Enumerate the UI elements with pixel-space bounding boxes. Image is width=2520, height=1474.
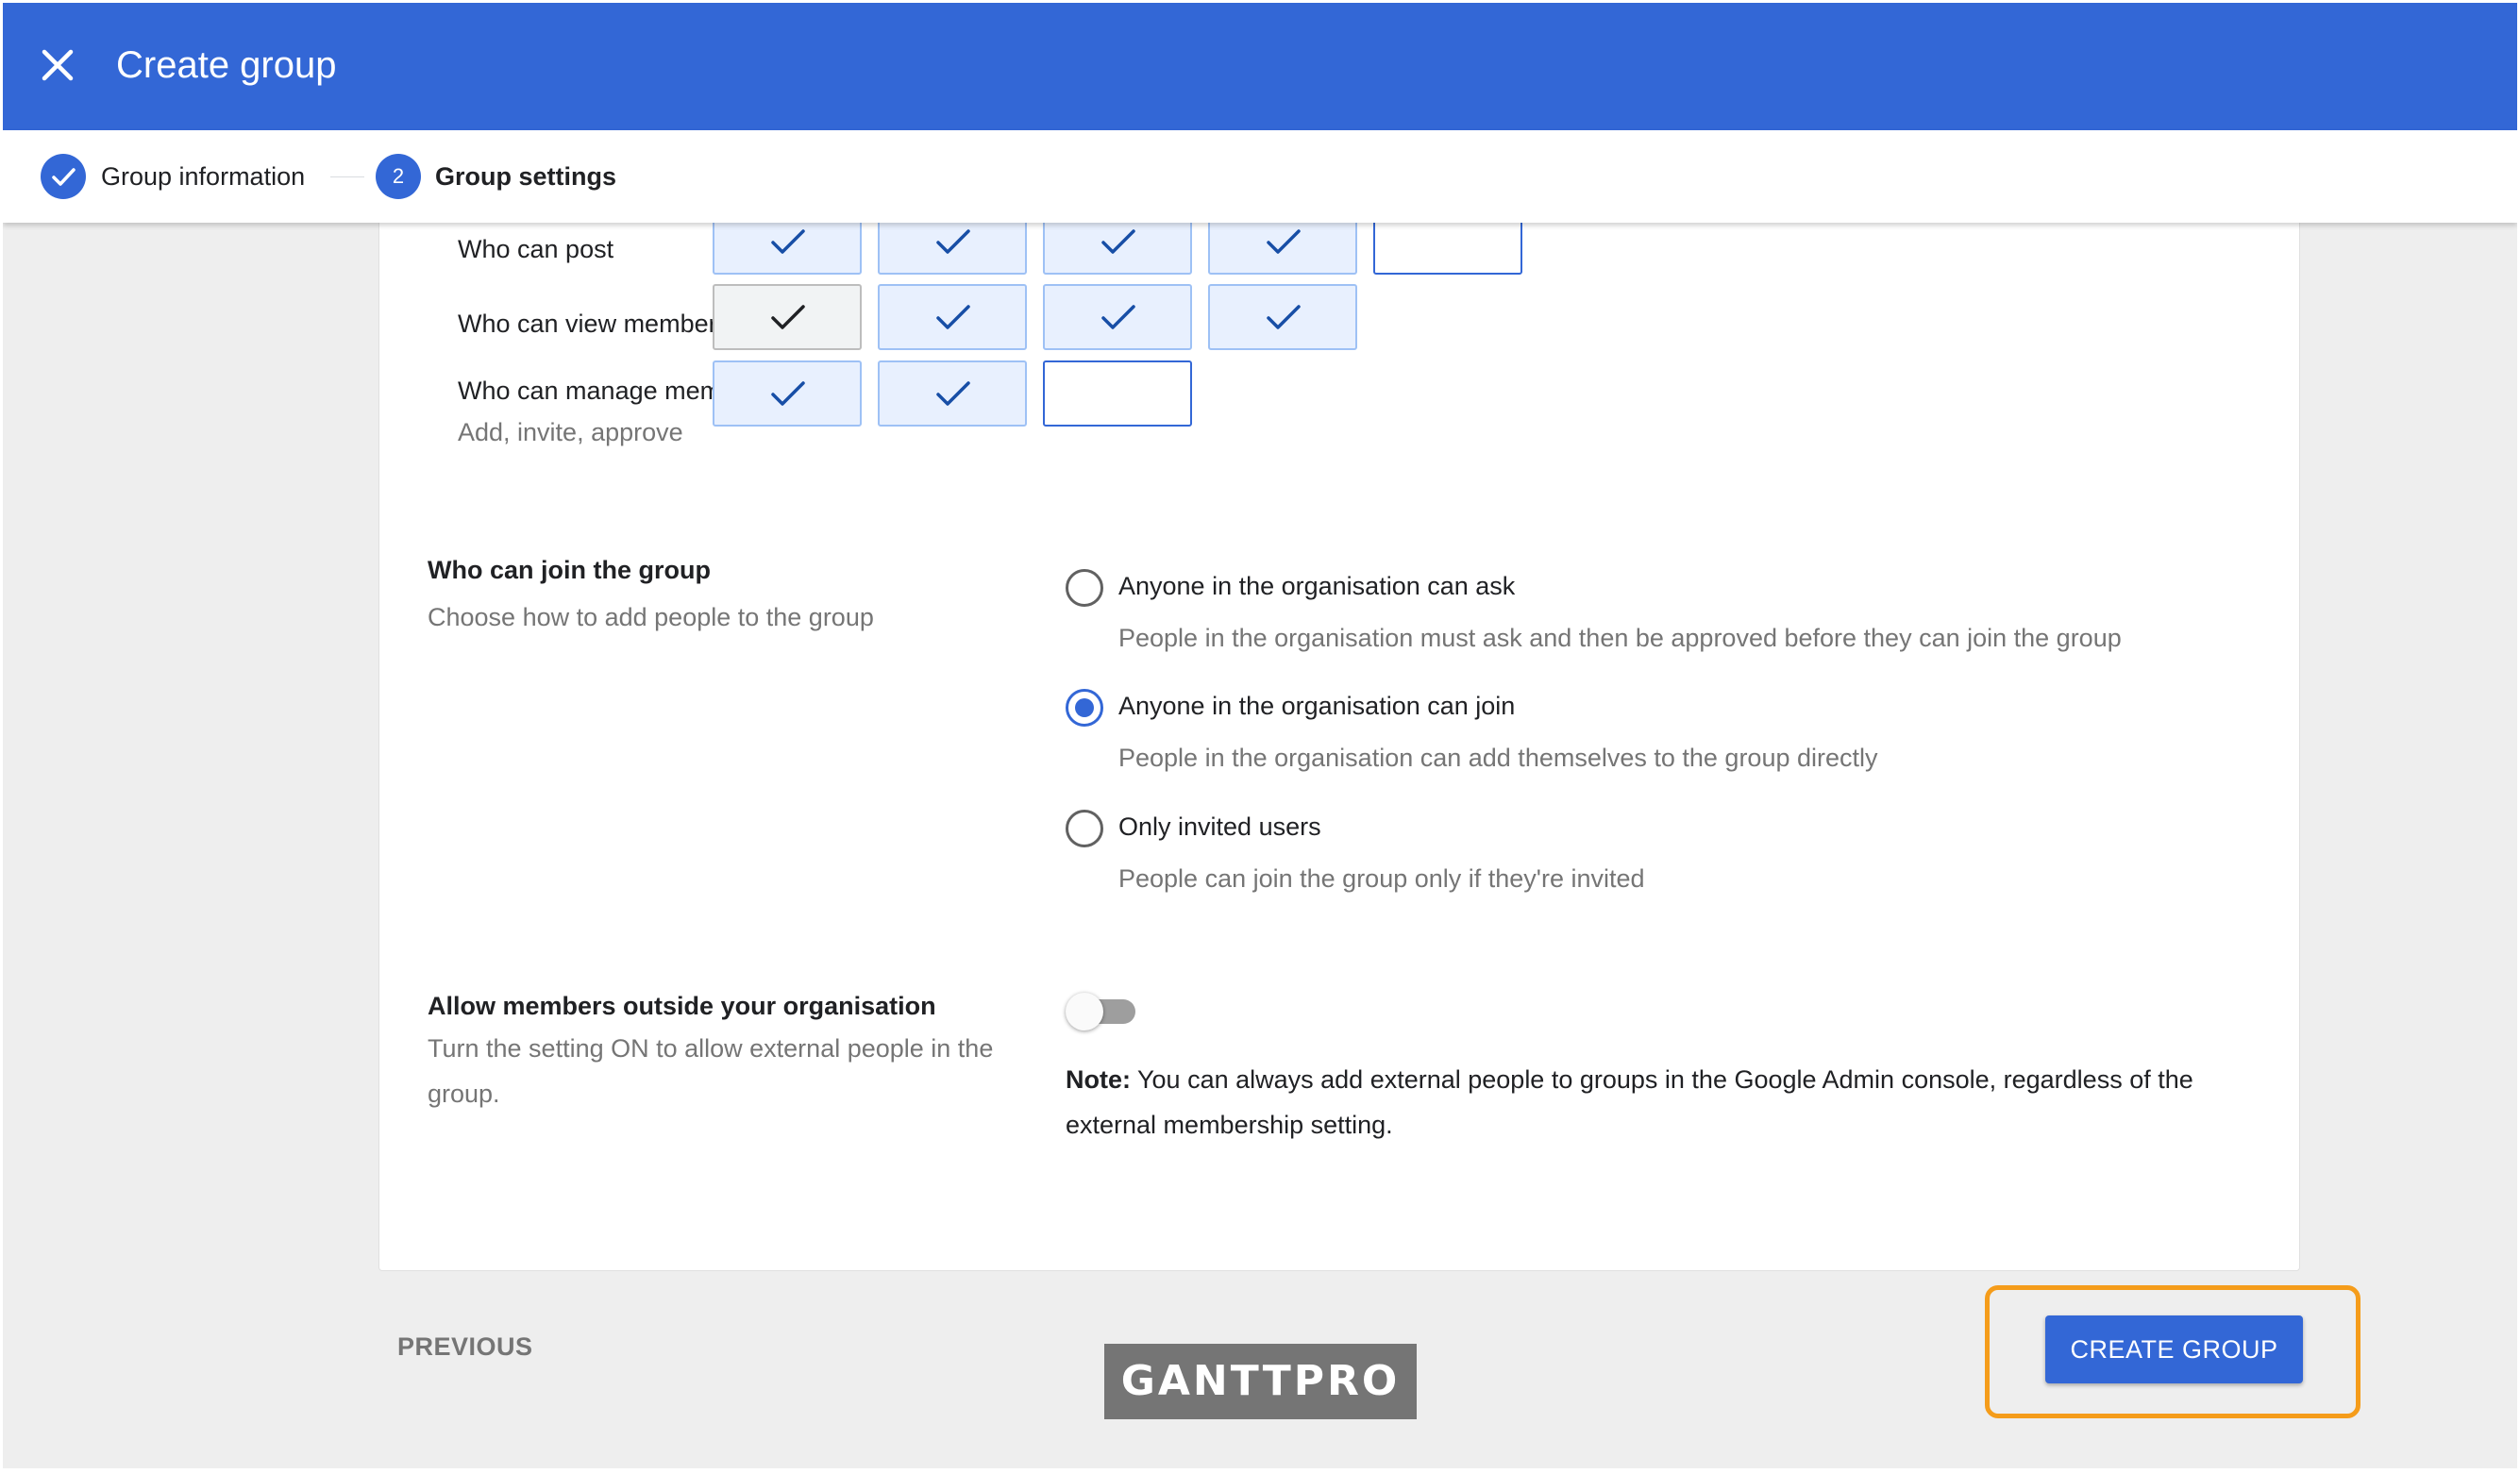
- option-label-invited-only[interactable]: Only invited users: [1118, 810, 1321, 844]
- create-group-button[interactable]: CREATE GROUP: [2045, 1315, 2303, 1383]
- step-number-badge: 2: [376, 154, 421, 199]
- permission-cell-manage-members-3[interactable]: [1043, 360, 1192, 427]
- option-label-can-ask[interactable]: Anyone in the organisation can ask: [1118, 569, 1515, 603]
- radio-can-join[interactable]: [1066, 689, 1103, 727]
- check-icon: [41, 154, 86, 199]
- external-members-toggle[interactable]: [1066, 989, 1137, 1034]
- check-icon: [1267, 305, 1301, 329]
- permission-cell-view-members-3[interactable]: [1043, 284, 1192, 350]
- check-icon: [1101, 305, 1135, 329]
- external-note: Note: You can always add external people…: [1066, 1057, 2255, 1147]
- close-icon[interactable]: [37, 44, 78, 86]
- radio-invited-only[interactable]: [1066, 810, 1103, 847]
- external-section-title: Allow members outside your organisation: [428, 992, 936, 1020]
- step-connector: [330, 176, 364, 177]
- option-label-can-join[interactable]: Anyone in the organisation can join: [1118, 689, 1515, 723]
- previous-button[interactable]: PREVIOUS: [397, 1329, 533, 1365]
- permission-cell-view-members-1[interactable]: [713, 284, 862, 350]
- step-group-settings[interactable]: Group settings: [435, 159, 616, 194]
- option-description-can-ask: People in the organisation must ask and …: [1118, 624, 2122, 652]
- step-group-information[interactable]: Group information: [101, 159, 305, 194]
- check-icon: [1101, 229, 1135, 254]
- radio-can-ask[interactable]: [1066, 569, 1103, 607]
- check-icon: [771, 305, 805, 329]
- app-header: Create group: [3, 3, 2517, 130]
- watermark-logo: GANTTPRO: [1104, 1344, 1417, 1419]
- stepper: Group information 2 Group settings: [3, 130, 2517, 223]
- option-description-can-join: People in the organisation can add thems…: [1118, 744, 1878, 772]
- permission-cell-manage-members-1[interactable]: [713, 360, 862, 427]
- permission-sublabel-manage-members: Add, invite, approve: [458, 418, 683, 446]
- app-frame: Create group Group information 2 Group s…: [3, 3, 2517, 1468]
- check-icon: [771, 381, 805, 406]
- note-text: You can always add external people to gr…: [1066, 1065, 2193, 1139]
- permission-label-view-members: Who can view members: [458, 310, 731, 338]
- permission-cell-view-members-2[interactable]: [878, 284, 1027, 350]
- join-section-description: Choose how to add people to the group: [428, 603, 874, 631]
- check-icon: [771, 229, 805, 254]
- check-icon: [1267, 229, 1301, 254]
- check-icon: [936, 305, 970, 329]
- permission-cell-view-members-4[interactable]: [1208, 284, 1357, 350]
- check-icon: [936, 229, 970, 254]
- note-label: Note:: [1066, 1065, 1131, 1094]
- join-section-title: Who can join the group: [428, 556, 711, 584]
- option-description-invited-only: People can join the group only if they'r…: [1118, 864, 1645, 893]
- settings-card: Who can post Who can view members Who ca…: [378, 173, 2300, 1271]
- toggle-thumb[interactable]: [1066, 993, 1103, 1030]
- permission-cell-manage-members-2[interactable]: [878, 360, 1027, 427]
- check-icon: [936, 381, 970, 406]
- page-title: Create group: [116, 44, 337, 86]
- permission-label-post: Who can post: [458, 235, 614, 263]
- external-section-description: Turn the setting ON to allow external pe…: [428, 1034, 994, 1108]
